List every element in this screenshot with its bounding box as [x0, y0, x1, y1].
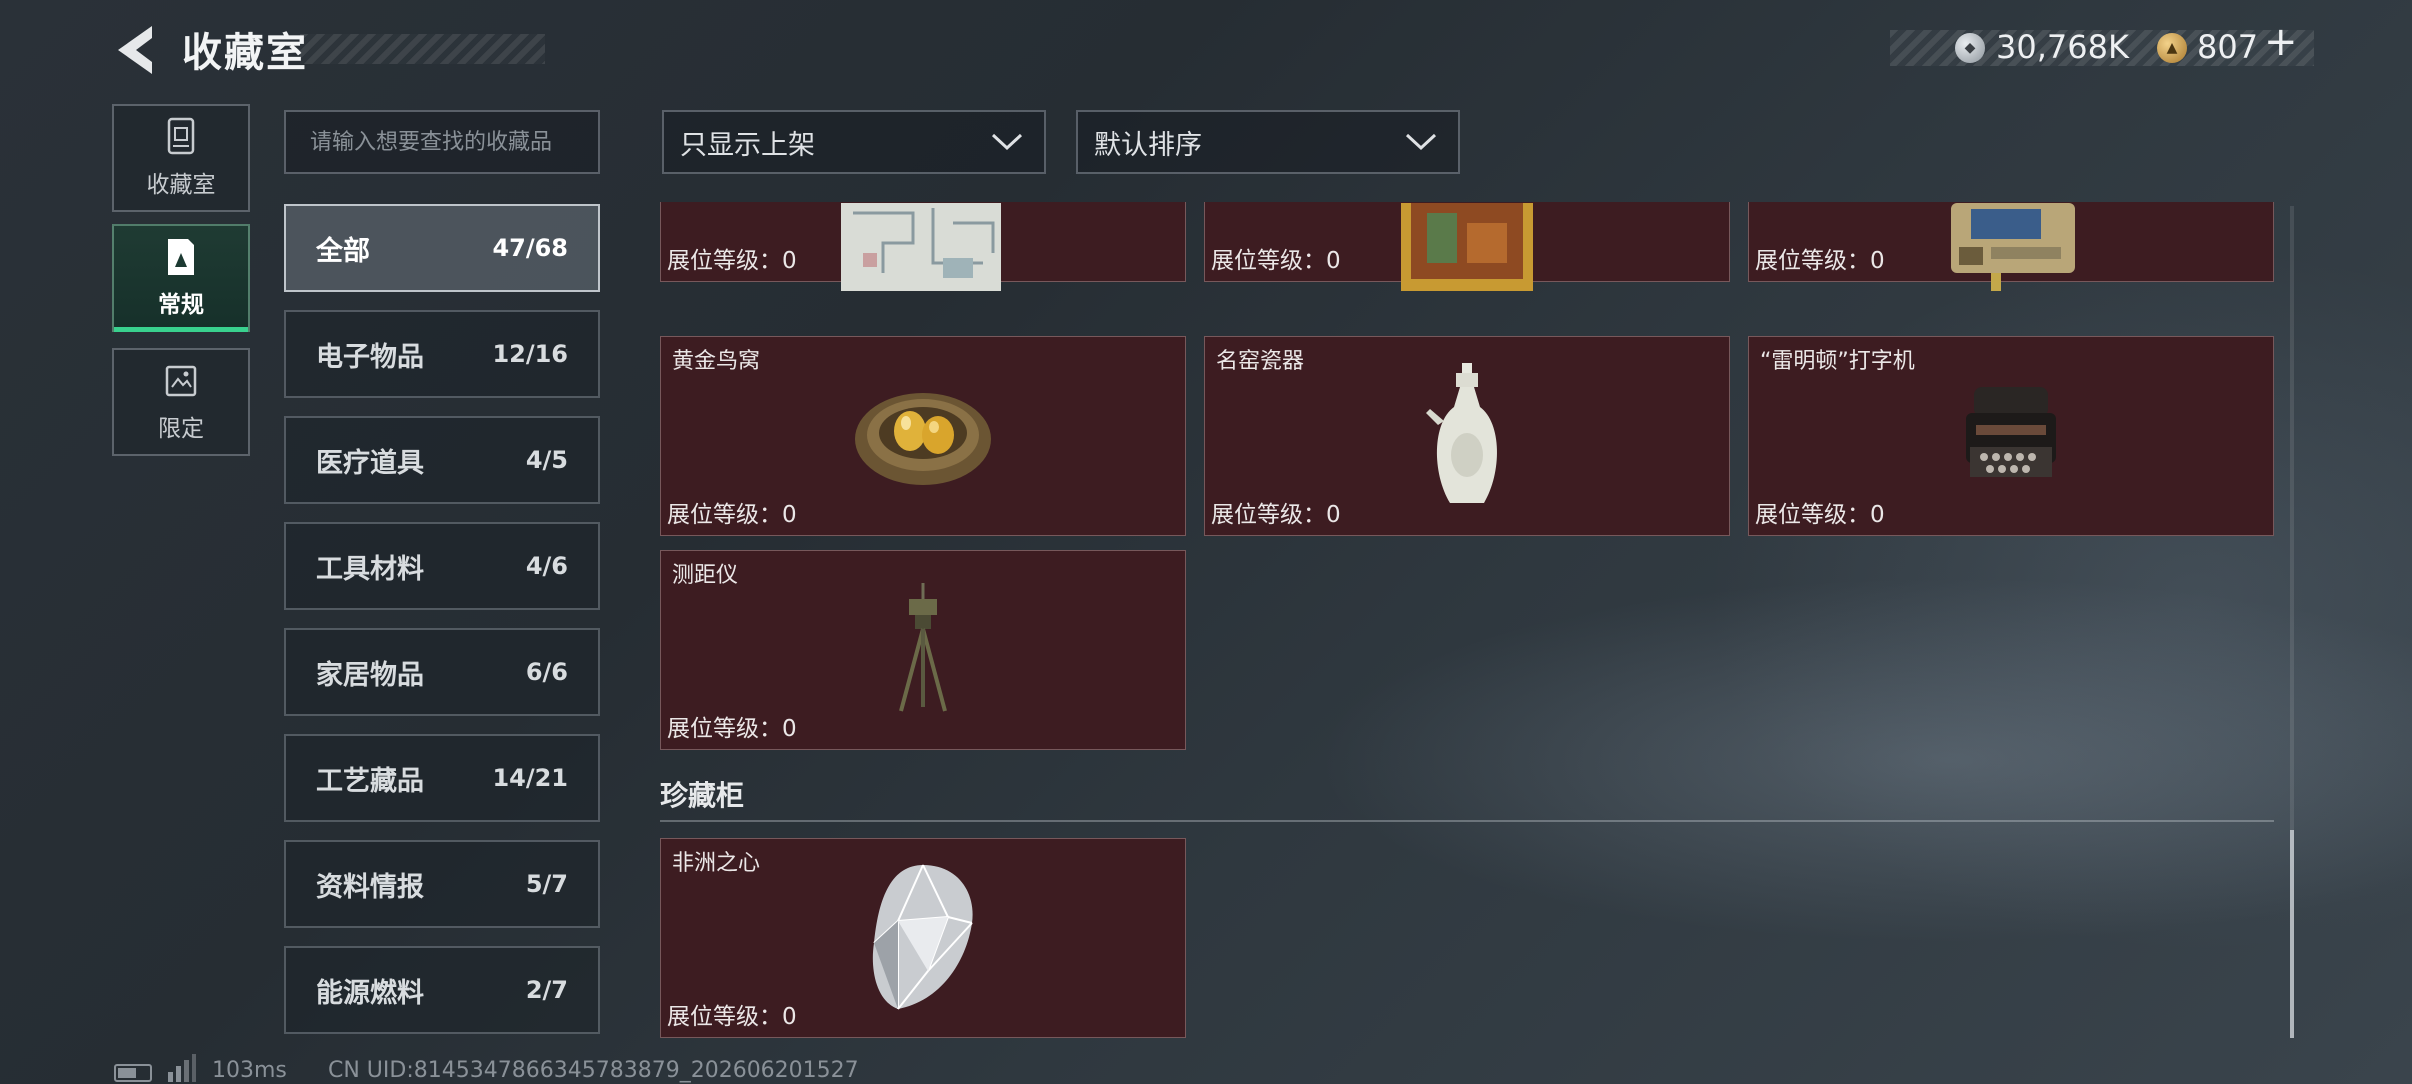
category-tools[interactable]: 工具材料 4/6 [284, 522, 600, 610]
category-name: 家居物品 [316, 659, 424, 691]
collection-card[interactable]: 展位等级：0 [660, 202, 1186, 291]
mode-label: 限定 [158, 416, 204, 442]
item-name: 名窑瓷器 [1216, 349, 1305, 374]
category-count: 14/21 [492, 764, 568, 792]
collection-grid: 展位等级：0 展位等级：0 展位等级：0 黄金鸟窝 展位等级：0 名窑瓷器 展位… [660, 202, 2276, 1042]
map-icon [841, 203, 1001, 291]
item-level: 展位等级：0 [667, 248, 797, 274]
cabinet-icon [167, 117, 195, 155]
item-level: 展位等级：0 [667, 1004, 797, 1030]
collection-card[interactable]: 测距仪 展位等级：0 [660, 550, 1186, 750]
item-level: 展位等级：0 [1211, 248, 1341, 274]
ping-value: 103ms [212, 1058, 287, 1083]
collection-card[interactable]: 黄金鸟窝 展位等级：0 [660, 336, 1186, 536]
painting-icon [1401, 203, 1533, 291]
category-count: 6/6 [525, 658, 568, 686]
collection-card[interactable]: 展位等级：0 [1204, 202, 1730, 291]
collection-card[interactable]: 展位等级：0 [1748, 202, 2274, 291]
item-level: 展位等级：0 [1755, 502, 1885, 528]
typewriter-icon [1966, 387, 2056, 477]
category-medical[interactable]: 医疗道具 4/5 [284, 416, 600, 504]
display-filter-value: 只显示上架 [680, 129, 815, 161]
category-count: 47/68 [492, 234, 568, 262]
category-count: 4/6 [525, 552, 568, 580]
item-level: 展位等级：0 [667, 502, 797, 528]
category-name: 工具材料 [316, 553, 424, 585]
category-intel[interactable]: 资料情报 5/7 [284, 840, 600, 928]
mode-collection-room[interactable]: 收藏室 [112, 104, 250, 212]
item-name: 黄金鸟窝 [672, 349, 761, 374]
frame-icon [165, 365, 197, 397]
chevron-down-icon [991, 133, 1023, 151]
category-count: 4/5 [525, 446, 568, 474]
section-title: 珍藏柜 [660, 779, 745, 812]
collection-card[interactable]: “雷明顿”打字机 展位等级：0 [1748, 336, 2274, 536]
user-uid: CN UID:8145347866345783879_202606201527 [328, 1058, 859, 1083]
back-button[interactable] [112, 22, 160, 78]
page-title: 收藏室 [182, 30, 308, 76]
mode-label: 常规 [158, 292, 204, 318]
collection-card[interactable]: 非洲之心 展位等级：0 [660, 838, 1186, 1038]
silver-coin-icon: ◆ [1955, 33, 1985, 63]
item-name: “雷明顿”打字机 [1760, 349, 1915, 374]
chevron-down-icon [1405, 133, 1437, 151]
mode-limited[interactable]: 限定 [112, 348, 250, 456]
gold-currency-value: 807 [2197, 28, 2259, 66]
category-electronics[interactable]: 电子物品 12/16 [284, 310, 600, 398]
category-name: 工艺藏品 [316, 765, 424, 797]
battery-icon [114, 1064, 152, 1082]
scrollbar-thumb[interactable] [2290, 830, 2294, 1038]
sort-value: 默认排序 [1094, 129, 1202, 161]
category-name: 资料情报 [316, 871, 424, 903]
device-icon [1951, 203, 2075, 291]
category-name: 电子物品 [316, 341, 424, 373]
category-count: 5/7 [525, 870, 568, 898]
category-count: 12/16 [492, 340, 568, 368]
title-decoration [300, 34, 545, 64]
gold-coin-icon: ▲ [2157, 33, 2187, 63]
item-level: 展位等级：0 [667, 716, 797, 742]
mode-label: 收藏室 [146, 172, 216, 198]
mode-regular[interactable]: 常规 [112, 224, 250, 332]
add-currency-button[interactable]: + [2264, 22, 2298, 62]
category-name: 全部 [316, 235, 370, 267]
item-level: 展位等级：0 [1211, 502, 1341, 528]
item-name: 非洲之心 [672, 851, 761, 876]
display-filter-dropdown[interactable]: 只显示上架 [662, 110, 1046, 174]
golden-nest-icon [855, 393, 991, 485]
diamond-icon [872, 864, 973, 1010]
section-divider [660, 820, 2274, 822]
search-input[interactable] [284, 110, 600, 174]
back-arrow-icon [118, 26, 152, 74]
category-name: 能源燃料 [316, 977, 424, 1009]
silver-currency-value: 30,768K [1996, 28, 2129, 66]
category-name: 医疗道具 [316, 447, 424, 479]
rangefinder-icon [899, 583, 947, 712]
category-crafts[interactable]: 工艺藏品 14/21 [284, 734, 600, 822]
category-household[interactable]: 家居物品 6/6 [284, 628, 600, 716]
signal-icon [168, 1054, 196, 1082]
sort-dropdown[interactable]: 默认排序 [1076, 110, 1460, 174]
card-icon [168, 239, 194, 275]
category-count: 2/7 [525, 976, 568, 1004]
item-level: 展位等级：0 [1755, 248, 1885, 274]
category-energy[interactable]: 能源燃料 2/7 [284, 946, 600, 1034]
item-name: 测距仪 [672, 563, 739, 588]
porcelain-vase-icon [1426, 363, 1498, 503]
collection-card[interactable]: 名窑瓷器 展位等级：0 [1204, 336, 1730, 536]
category-all[interactable]: 全部 47/68 [284, 204, 600, 292]
